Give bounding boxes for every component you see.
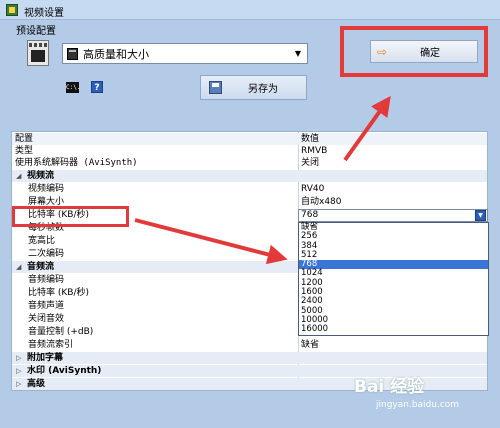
grid-header-name: 配置	[15, 134, 34, 144]
bitrate-dropdown-list[interactable]: 缺省 256 384 512 768 1024 1200 1600 2400 5…	[298, 222, 489, 336]
app-icon	[6, 4, 18, 16]
baidu-jingyan-watermark: Bai 经验 jingyan.baidu.com	[354, 372, 494, 422]
row-name: 比特率 (KB/秒)	[28, 288, 89, 298]
row-name: 使用系统解码器 (AviSynth)	[15, 158, 138, 168]
grid-row[interactable]: 视频编码 RV40	[12, 183, 487, 195]
command-prompt-icon[interactable]: C:\.	[66, 82, 80, 93]
expand-triangle-icon[interactable]: ▷	[16, 365, 21, 377]
category-label: 水印 (AviSynth)	[27, 366, 102, 376]
category-label: 音频流	[27, 262, 55, 272]
grid-row[interactable]: 类型 RMVB	[12, 145, 487, 157]
row-name: 类型	[15, 146, 34, 156]
dropdown-option[interactable]: 512	[299, 250, 488, 260]
bitrate-value: 768	[301, 210, 319, 220]
help-icon[interactable]: ?	[91, 81, 103, 93]
expand-triangle-icon[interactable]: ▷	[16, 378, 21, 390]
dropdown-option[interactable]: 1200	[299, 278, 488, 288]
chevron-down-icon[interactable]: ▼	[475, 210, 486, 221]
dropdown-option[interactable]: 384	[299, 241, 488, 251]
dropdown-option[interactable]: 1600	[299, 287, 488, 297]
row-value: 关闭	[301, 158, 320, 168]
category-video-stream[interactable]: ◢ 视频流	[12, 170, 487, 182]
chevron-down-icon[interactable]: ▼	[291, 46, 305, 61]
preset-label: 预设配置	[16, 26, 56, 37]
arrow-right-icon: ⇨	[377, 44, 388, 59]
row-name: 宽高比	[28, 236, 56, 246]
row-name: 音量控制 (+dB)	[28, 327, 94, 337]
title-bar: 视频设置	[0, 0, 500, 20]
row-value: RV40	[301, 184, 325, 194]
grid-row[interactable]: 使用系统解码器 (AviSynth) 关闭	[12, 157, 487, 169]
category-label: 高级	[27, 379, 46, 389]
row-name: 二次编码	[28, 249, 65, 259]
row-name: 音频编码	[28, 275, 65, 285]
preset-select-value: 高质量和大小	[83, 47, 149, 61]
window-title: 视频设置	[24, 8, 64, 19]
category-label: 视频流	[27, 171, 55, 181]
dropdown-option[interactable]: 2400	[299, 297, 488, 307]
dropdown-option[interactable]: 缺省	[299, 222, 488, 232]
category-label: 附加字幕	[27, 353, 64, 363]
grid-row[interactable]: 音频流索引 缺省	[12, 339, 487, 351]
row-value: 缺省	[301, 340, 320, 350]
collapse-triangle-icon[interactable]: ◢	[16, 261, 21, 273]
row-name: 音频流索引	[28, 340, 74, 350]
row-value: 自动x480	[301, 197, 342, 207]
annotation-box-bitrate	[12, 206, 129, 227]
ok-label: 确定	[420, 48, 441, 59]
ok-button[interactable]: ⇨ 确定	[370, 40, 478, 63]
dropdown-option[interactable]: 16000	[299, 324, 488, 334]
category-subtitles[interactable]: ▷ 附加字幕	[12, 352, 487, 364]
watermark-logo: Bai 经验	[354, 377, 425, 397]
dropdown-option[interactable]: 256	[299, 231, 488, 241]
save-as-button[interactable]: 另存为	[200, 75, 307, 100]
preset-select[interactable]: 高质量和大小 ▼	[62, 43, 308, 64]
save-as-label: 另存为	[248, 84, 278, 95]
row-name: 音频声道	[28, 301, 65, 311]
watermark-url: jingyan.baidu.com	[376, 400, 460, 410]
film-clapper-icon	[27, 40, 49, 66]
row-value: RMVB	[301, 146, 328, 156]
row-name: 关闭音效	[28, 314, 65, 324]
dropdown-option[interactable]: 1024	[299, 269, 488, 279]
row-name: 视频编码	[28, 184, 65, 194]
film-icon	[67, 47, 78, 60]
grid-header: 配置 数值	[12, 133, 487, 145]
collapse-triangle-icon[interactable]: ◢	[16, 170, 21, 182]
expand-triangle-icon[interactable]: ▷	[16, 352, 21, 364]
floppy-disk-icon	[209, 81, 222, 94]
dropdown-option-selected[interactable]: 768	[299, 259, 488, 270]
bitrate-combobox[interactable]: 768 ▼	[298, 209, 488, 222]
grid-header-value: 数值	[301, 134, 320, 144]
